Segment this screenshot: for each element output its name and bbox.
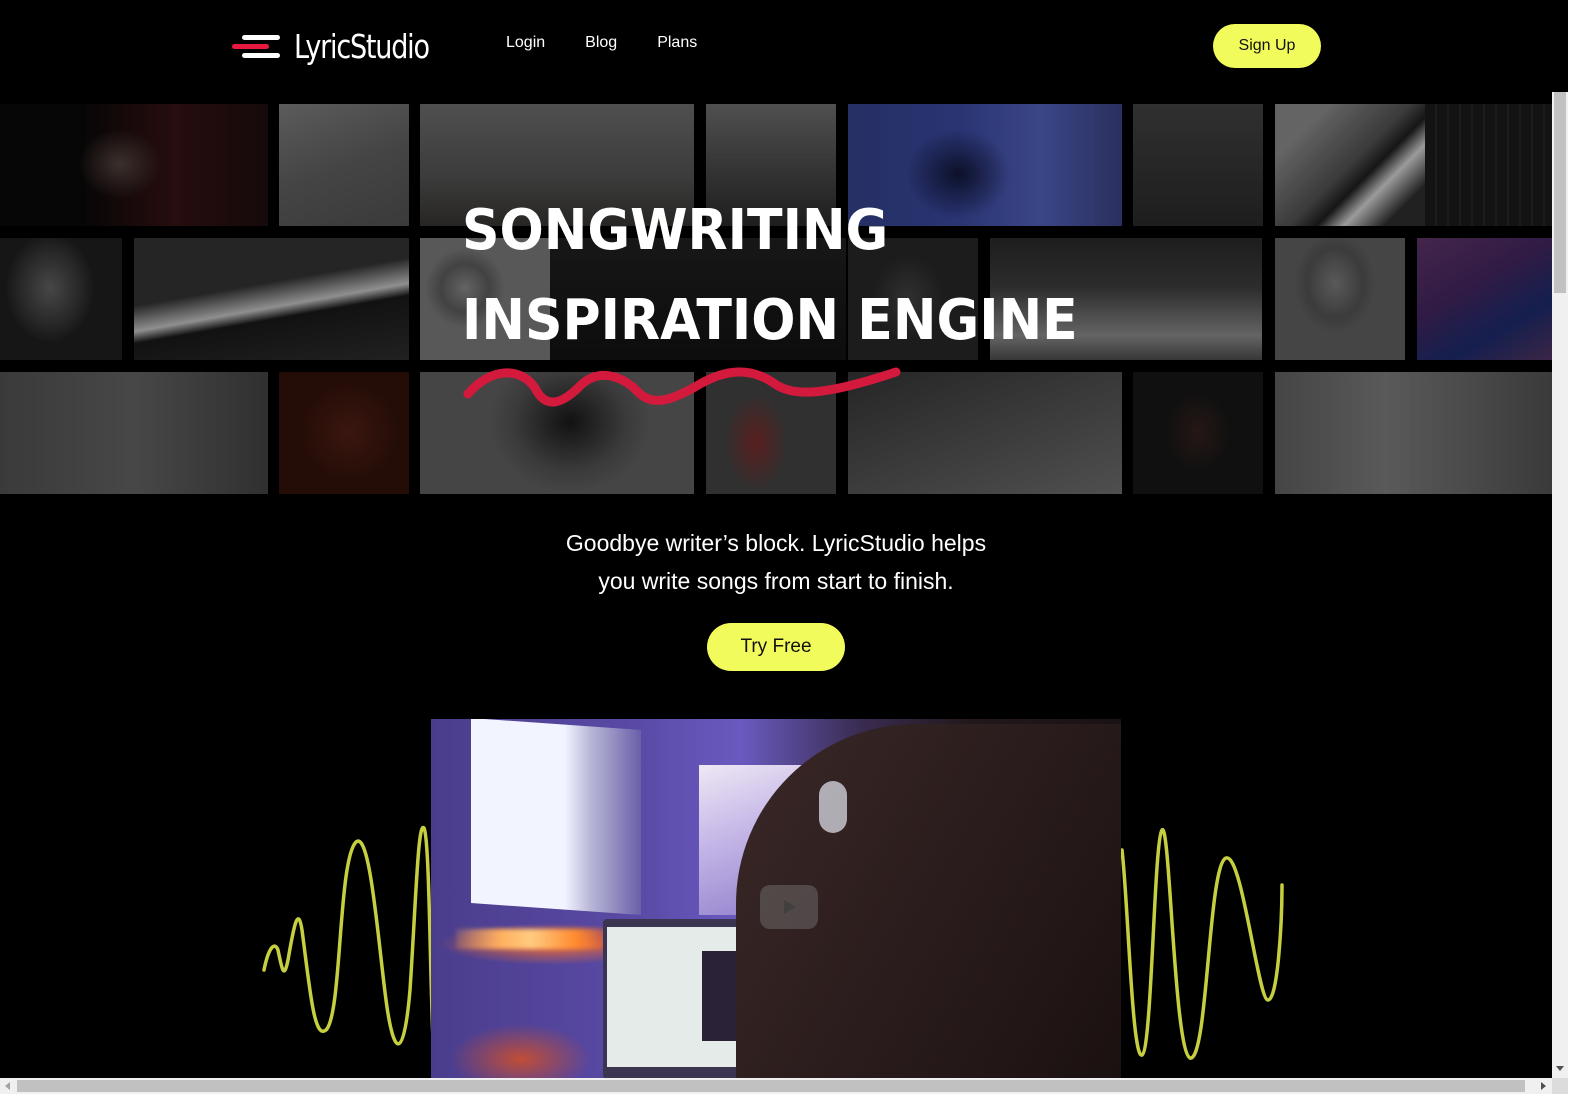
nav-plans[interactable]: Plans (657, 34, 697, 52)
photo-tile (1425, 104, 1552, 226)
vertical-scrollbar[interactable] (1552, 0, 1568, 1078)
video-scene-monitor (471, 719, 641, 915)
scrollbar-corner (1552, 1078, 1568, 1094)
play-icon (784, 900, 796, 914)
brand-name: LyricStudio (294, 26, 430, 66)
window-bottom-edge (0, 1094, 1584, 1105)
scroll-right-arrow-icon[interactable] (1541, 1082, 1546, 1090)
site-header: LyricStudio Login Blog Plans Sign Up (0, 0, 1568, 92)
main-nav: Login Blog Plans (506, 34, 737, 52)
photo-tile (1133, 104, 1263, 226)
video-scene-headphones (819, 781, 847, 833)
hero-title: SONGWRITING INSPIRATION ENGINE (462, 186, 1124, 366)
left-soundwave-decoration (262, 825, 436, 1060)
photo-tile (1275, 238, 1405, 360)
nav-blog[interactable]: Blog (585, 34, 617, 52)
photo-tile (279, 372, 409, 494)
demo-video[interactable] (431, 719, 1121, 1079)
right-soundwave-decoration (1120, 828, 1284, 1060)
horizontal-scrollbar[interactable] (0, 1078, 1552, 1094)
hero-tagline: Goodbye writer’s block. LyricStudio help… (0, 524, 1552, 600)
photo-tile (1275, 372, 1552, 494)
photo-tile (279, 104, 409, 226)
photo-tile (0, 104, 268, 226)
red-squiggle-underline (463, 367, 901, 407)
hero-title-line-2: INSPIRATION ENGINE (462, 288, 1078, 353)
photo-tile (1133, 372, 1263, 494)
photo-tile (0, 372, 268, 494)
video-scene-light (456, 929, 606, 949)
photo-tile (0, 238, 122, 360)
photo-tile (1417, 238, 1552, 360)
three-lines-menu-icon (232, 31, 282, 61)
brand-logo[interactable]: LyricStudio (232, 26, 458, 66)
window-right-edge (1568, 0, 1584, 1105)
try-free-button[interactable]: Try Free (707, 623, 845, 671)
tagline-line-1: Goodbye writer’s block. LyricStudio help… (565, 530, 987, 556)
video-play-button[interactable] (760, 885, 818, 929)
photo-tile (134, 238, 409, 360)
scroll-left-arrow-icon[interactable] (5, 1082, 10, 1090)
nav-login[interactable]: Login (506, 34, 545, 52)
sign-up-button[interactable]: Sign Up (1213, 24, 1321, 68)
tagline-line-2: you write songs from start to finish. (598, 568, 954, 594)
horizontal-scroll-thumb[interactable] (17, 1080, 1525, 1092)
hero-title-line-1: SONGWRITING (462, 198, 889, 263)
photo-tile (1275, 104, 1425, 226)
scroll-down-arrow-icon[interactable] (1556, 1066, 1564, 1071)
